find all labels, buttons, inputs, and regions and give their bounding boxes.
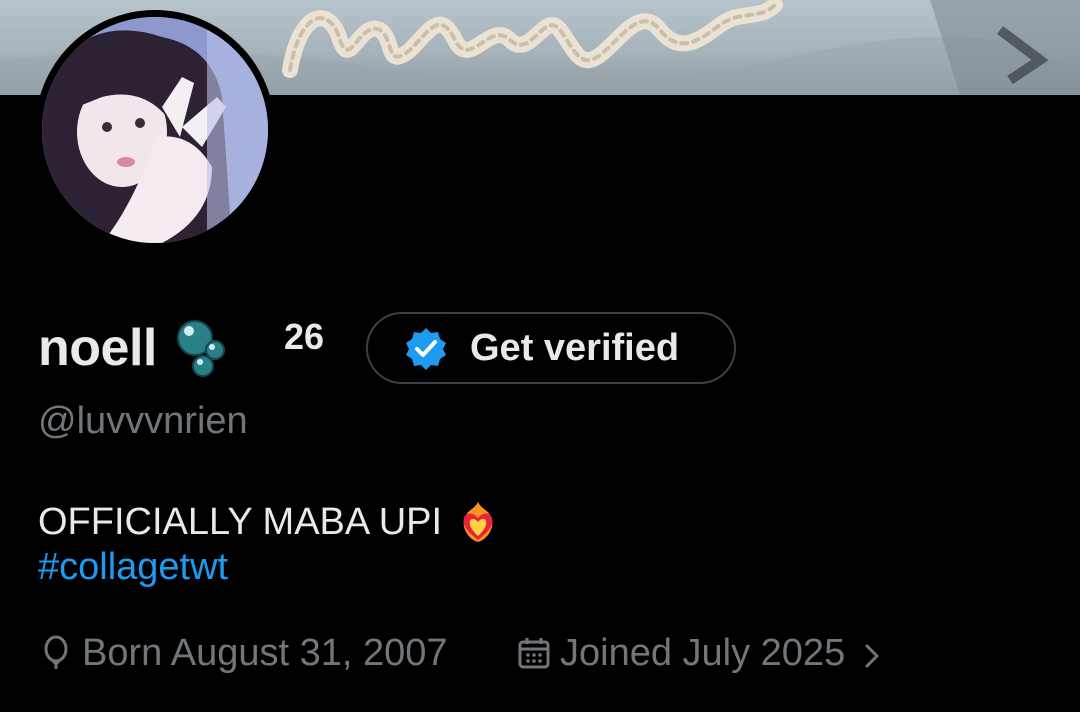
bubbles-icon [175,318,229,378]
joined-info[interactable]: Joined July 2025 [516,630,887,676]
avatar-image [42,17,268,243]
get-verified-button[interactable]: Get verified [366,312,736,384]
get-verified-label: Get verified [470,326,680,369]
avatar[interactable] [35,10,275,250]
heart-on-fire-icon [456,500,500,544]
name-row: noell [38,312,229,384]
calendar-icon [516,635,552,671]
display-name: noell [38,319,157,377]
name-suffix: 26 [284,316,325,357]
verified-badge-icon [404,326,448,370]
bio: OFFICIALLY MABA UPI [38,500,500,544]
chevron-right-icon [857,638,887,668]
handle: @luvvvnrien [38,400,248,442]
balloon-icon [38,635,74,671]
birthday-info: Born August 31, 2007 [38,630,448,676]
born-text: Born August 31, 2007 [82,631,448,674]
bio-text: OFFICIALLY MABA UPI [38,500,443,543]
hashtag-link[interactable]: #collagetwt [38,546,228,589]
joined-text: Joined July 2025 [560,631,846,674]
